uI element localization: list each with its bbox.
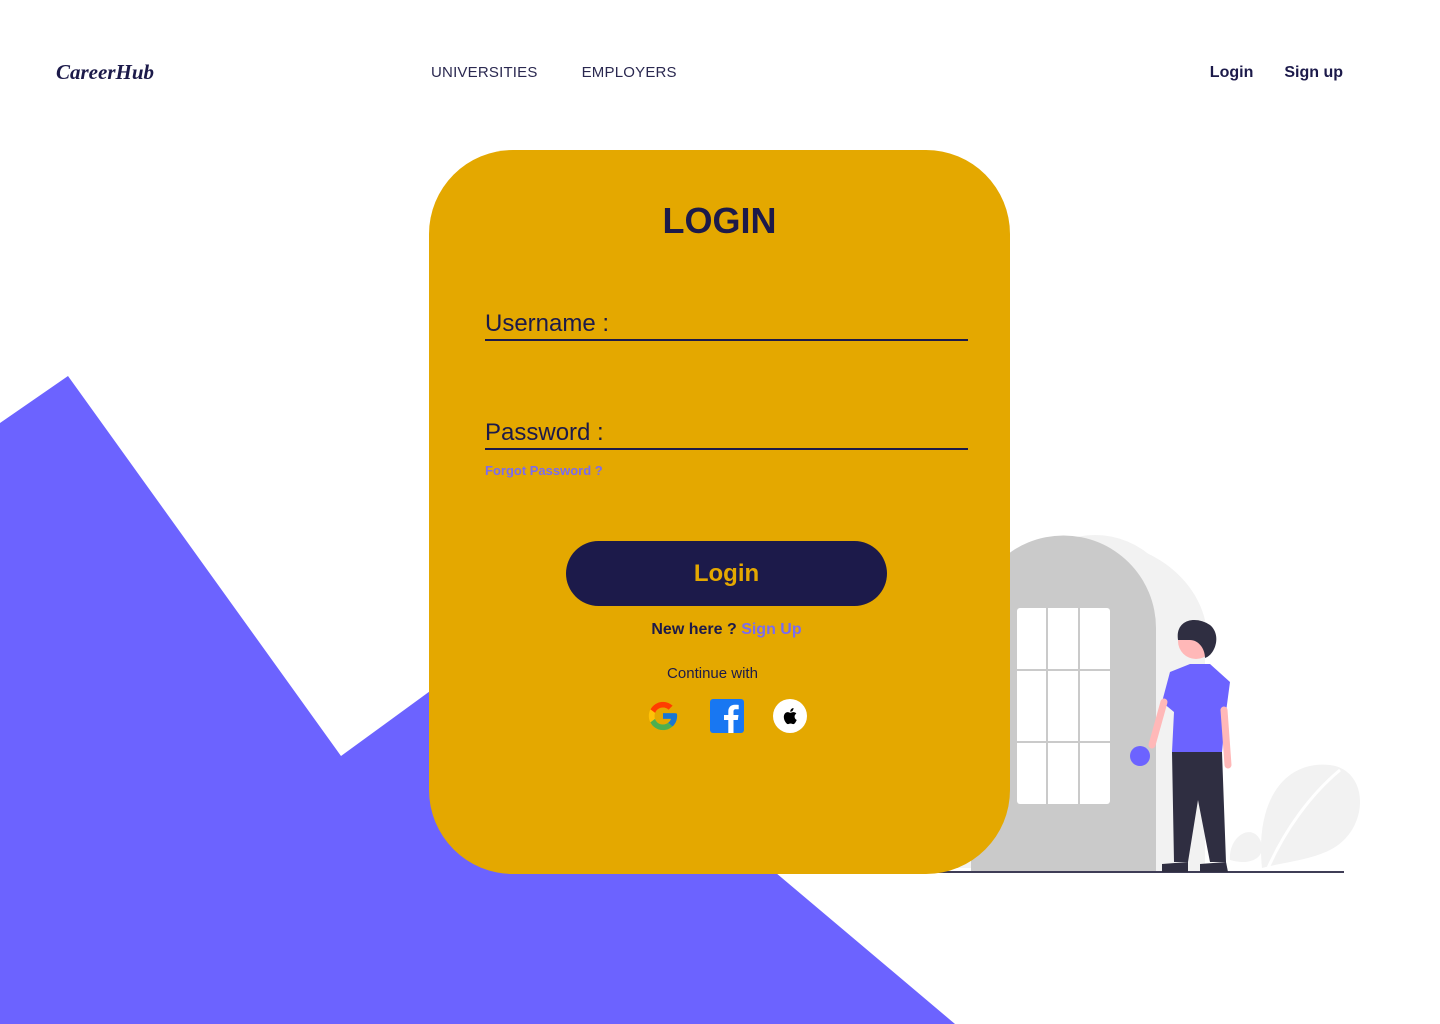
nav-item-universities[interactable]: UNIVERSITIES — [431, 64, 538, 81]
brand-logo[interactable]: CareerHub — [56, 60, 154, 85]
header-auth: Login Sign up — [1210, 64, 1343, 82]
login-card: LOGIN Username : Password : Forgot Passw… — [429, 150, 1010, 874]
header-signup-link[interactable]: Sign up — [1284, 64, 1343, 82]
username-input[interactable] — [615, 310, 969, 340]
new-here-text: New here ? — [651, 621, 737, 638]
signup-link[interactable]: Sign Up — [741, 621, 801, 638]
apple-login-button[interactable] — [773, 699, 807, 733]
password-input[interactable] — [615, 419, 969, 449]
nav-item-employers[interactable]: EMPLOYERS — [582, 64, 677, 81]
signup-prompt: New here ? Sign Up — [429, 621, 1024, 639]
password-label: Password : — [485, 419, 604, 446]
username-label: Username : — [485, 310, 610, 337]
username-underline — [485, 339, 968, 341]
facebook-login-button[interactable] — [710, 699, 744, 733]
login-title: LOGIN — [662, 200, 777, 241]
google-login-button[interactable] — [646, 699, 680, 733]
login-button[interactable]: Login — [566, 541, 887, 606]
main-nav: UNIVERSITIES EMPLOYERS — [431, 64, 677, 81]
forgot-password-link[interactable]: Forgot Password ? — [485, 463, 603, 478]
facebook-icon — [710, 699, 744, 733]
google-icon — [648, 701, 678, 731]
continue-with-label: Continue with — [667, 665, 758, 682]
apple-icon — [773, 699, 807, 733]
header-login-link[interactable]: Login — [1210, 64, 1254, 82]
password-underline — [485, 448, 968, 450]
